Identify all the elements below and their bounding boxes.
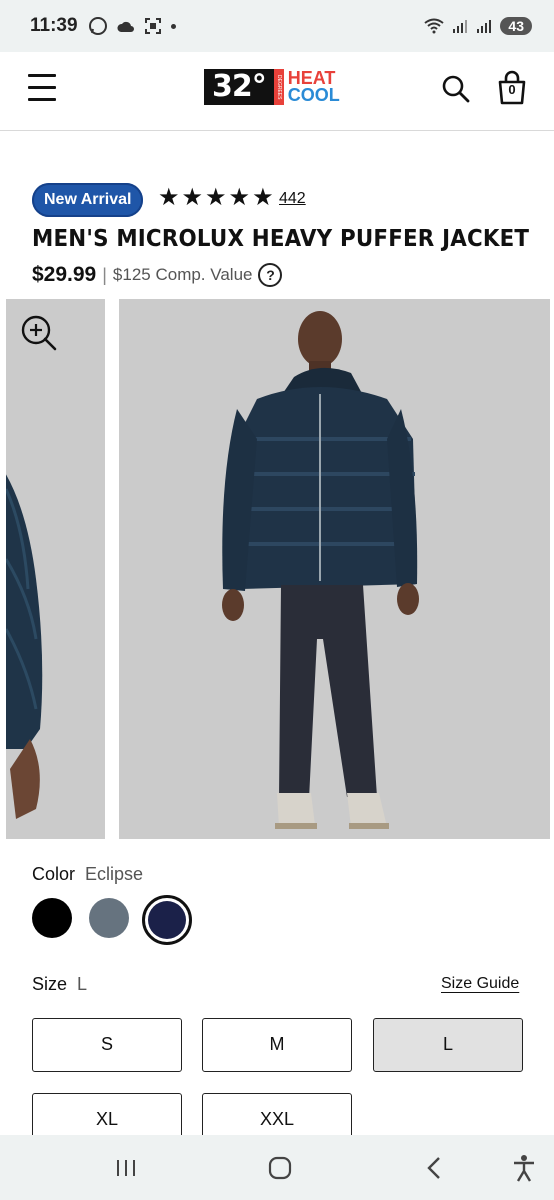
price-row: $29.99 | $125 Comp. Value ?: [32, 263, 283, 287]
size-option-l[interactable]: L: [373, 1018, 523, 1072]
color-swatch-eclipse[interactable]: [142, 895, 192, 945]
selected-color-name: Eclipse: [85, 864, 144, 884]
star-icon: ★: [252, 184, 274, 211]
gallery-previous-image[interactable]: [6, 299, 105, 839]
dot-icon: [170, 23, 176, 29]
star-icon: ★: [181, 184, 204, 211]
product-title: MEN'S MICROLUX HEAVY PUFFER JACKET: [32, 226, 530, 252]
price-separator: |: [102, 264, 107, 285]
status-time: 11:39: [30, 15, 78, 36]
color-label-row: Color Eclipse: [32, 864, 143, 885]
new-arrival-badge: New Arrival: [32, 183, 144, 217]
comp-value: $125 Comp. Value: [112, 265, 253, 284]
logo-cool: COOL: [287, 85, 340, 105]
system-nav-bar: [0, 1135, 554, 1200]
cart-count: 0: [508, 82, 516, 97]
star-icon: ★: [205, 184, 227, 211]
site-header: 32° DEGREES HEAT COOL 0: [0, 52, 554, 131]
jacket-image-partial: [6, 474, 43, 819]
home-icon[interactable]: [265, 1153, 295, 1183]
back-icon[interactable]: [420, 1153, 450, 1183]
size-label: Size: [32, 974, 68, 994]
star-icon: ★: [228, 184, 251, 211]
size-option-m[interactable]: M: [202, 1018, 352, 1072]
selected-size: L: [77, 974, 88, 994]
screenshot-icon: [144, 18, 161, 34]
zoom-in-icon[interactable]: [20, 314, 58, 352]
help-icon[interactable]: ?: [258, 263, 283, 287]
battery-indicator: 43: [500, 17, 532, 35]
whatsapp-icon: [88, 17, 107, 35]
color-label: Color: [32, 864, 76, 884]
status-bar: 11:39 43: [0, 0, 554, 52]
logo-number: 32°: [204, 69, 274, 105]
signal-icon: [453, 20, 468, 33]
star-rating[interactable]: ★ ★ ★ ★ ★: [158, 184, 274, 212]
cloud-icon: [117, 21, 134, 32]
price: $29.99: [32, 263, 97, 286]
review-count-link[interactable]: 442: [279, 190, 306, 208]
size-guide-link[interactable]: Size Guide: [441, 975, 519, 993]
recent-apps-icon[interactable]: [111, 1153, 141, 1183]
size-label-row: Size L: [32, 974, 87, 995]
color-swatch-slate[interactable]: [89, 898, 129, 938]
wifi-icon: [424, 18, 445, 34]
product-main-image[interactable]: [119, 299, 550, 839]
accessibility-icon[interactable]: [509, 1153, 539, 1183]
signal-icon: [477, 20, 492, 33]
menu-icon[interactable]: [28, 74, 56, 106]
brand-logo[interactable]: 32° DEGREES HEAT COOL: [204, 69, 340, 105]
logo-side-text: DEGREES: [273, 69, 284, 105]
cart-button[interactable]: 0: [496, 70, 528, 106]
color-swatch-black[interactable]: [32, 898, 72, 938]
size-option-s[interactable]: S: [32, 1018, 182, 1072]
search-icon[interactable]: [441, 74, 471, 104]
model-wearing-jacket-image: [222, 311, 419, 829]
star-icon: ★: [158, 184, 180, 211]
